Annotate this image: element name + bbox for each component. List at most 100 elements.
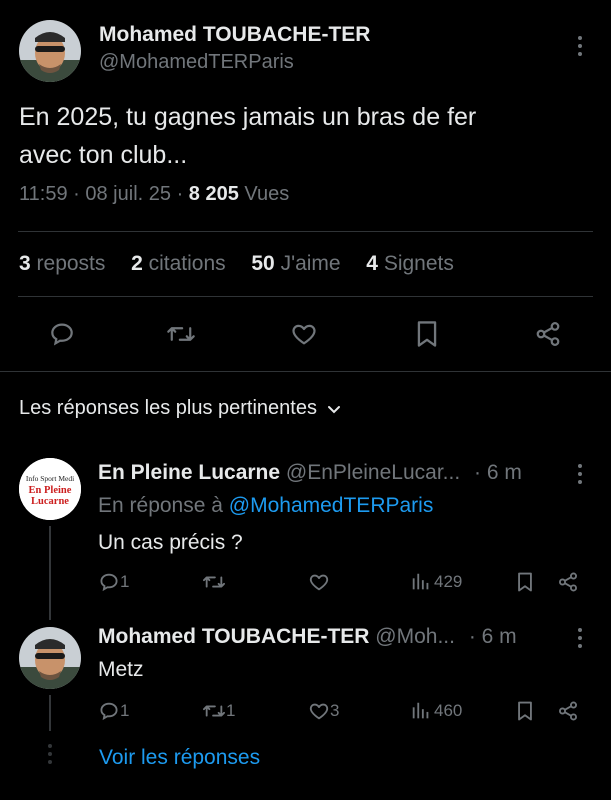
bookmark-button[interactable] xyxy=(411,318,443,350)
reply-bookmark-button[interactable] xyxy=(514,571,536,593)
reply-share-button[interactable] xyxy=(557,700,579,722)
replies-sort-dropdown[interactable]: Les réponses les plus pertinentes xyxy=(19,397,342,420)
post-text-line-1: En 2025, tu gagnes jamais un bras de fer xyxy=(19,103,477,131)
bookmark-icon xyxy=(518,572,532,592)
reply-author-handle[interactable]: @Moh... xyxy=(375,625,455,648)
avatar[interactable] xyxy=(19,20,81,82)
views-label: Vues xyxy=(244,183,290,205)
likes-count: 50 xyxy=(251,252,275,275)
bookmarks-stat[interactable]: 4 Signets xyxy=(366,252,454,275)
quotes-count: 2 xyxy=(131,252,143,275)
reply-to-handle-link[interactable]: @MohamedTERParis xyxy=(229,494,434,517)
avatar[interactable]: Info Sport Medi En Pleine Lucarne xyxy=(19,458,81,520)
show-replies-link[interactable]: Voir les réponses xyxy=(99,746,260,770)
reply-to-line: En réponse à @MohamedTERParis xyxy=(98,494,433,518)
reply-author-handle[interactable]: @EnPleineLucar... xyxy=(286,461,460,484)
reply-text: Un cas précis ? xyxy=(98,531,243,554)
post-text-line-2: avec ton club... xyxy=(19,141,188,169)
post-date[interactable]: 08 juil. 25 xyxy=(85,183,171,205)
heart-icon xyxy=(292,324,316,345)
repost-arrows-icon xyxy=(203,705,225,717)
reply-text: Metz xyxy=(98,658,144,681)
post-time[interactable]: 11:59 xyxy=(19,183,68,205)
share-button[interactable] xyxy=(532,318,564,350)
post-text: En 2025, tu gagnes jamais un bras de fer… xyxy=(19,98,476,174)
bar-chart-icon xyxy=(412,702,429,719)
reposts-label: reposts xyxy=(36,252,106,275)
logo-text-3: Lucarne xyxy=(31,496,69,507)
logo-text-1: Info Sport Medi xyxy=(26,474,74,483)
views-count: 8 205 xyxy=(188,183,239,205)
post-stats: 3 reposts 2 citations 50 J'aime 4 Signet… xyxy=(19,252,454,276)
repost-count: 1 xyxy=(226,701,236,720)
chevron-down-icon xyxy=(327,405,340,413)
more-options-icon[interactable] xyxy=(577,36,583,60)
reply-action-like[interactable]: 3 xyxy=(308,700,339,722)
views-count: 429 xyxy=(434,572,463,591)
en-pleine-lucarne-logo: Info Sport Medi En Pleine Lucarne xyxy=(19,458,81,520)
reply-author-name[interactable]: Mohamed TOUBACHE-TER xyxy=(98,625,369,648)
like-button[interactable] xyxy=(288,318,320,350)
reply-action-views[interactable]: 460 xyxy=(410,700,462,722)
speech-bubble-icon xyxy=(51,323,73,346)
views-count: 460 xyxy=(434,701,463,720)
reply-action-repost[interactable] xyxy=(202,571,226,593)
share-nodes-icon xyxy=(559,572,577,592)
thread-line xyxy=(49,526,51,620)
likes-label: J'aime xyxy=(280,252,341,275)
thread-continuation-dots xyxy=(48,744,52,764)
reply-time[interactable]: · 6 m xyxy=(469,625,517,648)
bar-chart-icon xyxy=(412,573,429,590)
post-meta: 11:59 · 08 juil. 25 · 8 205 Vues xyxy=(19,183,289,206)
reposts-stat[interactable]: 3 reposts xyxy=(19,252,105,275)
section-divider xyxy=(0,371,611,372)
repost-arrows-icon xyxy=(203,576,225,588)
author-name[interactable]: Mohamed TOUBACHE-TER xyxy=(99,23,370,47)
speech-bubble-icon xyxy=(100,702,118,721)
heart-icon xyxy=(309,574,329,591)
bookmark-icon xyxy=(518,701,532,721)
speech-bubble-icon xyxy=(100,573,118,592)
reply-to-label: En réponse à xyxy=(98,494,223,517)
divider xyxy=(18,231,593,232)
replies-sort-label: Les réponses les plus pertinentes xyxy=(19,397,317,419)
avatar-image xyxy=(19,627,81,689)
more-options-icon[interactable] xyxy=(577,464,583,488)
avatar[interactable] xyxy=(19,627,81,689)
thread-line xyxy=(49,695,51,731)
reply-count: 1 xyxy=(120,701,130,720)
reply-button[interactable] xyxy=(46,318,78,350)
bookmarks-count: 4 xyxy=(366,252,378,275)
reply-header: Mohamed TOUBACHE-TER @Moh... · 6 m xyxy=(98,625,517,649)
reply-count: 1 xyxy=(120,572,130,591)
quotes-stat[interactable]: 2 citations xyxy=(131,252,226,275)
bookmarks-label: Signets xyxy=(383,252,454,275)
divider xyxy=(18,296,593,297)
reply-author-name[interactable]: En Pleine Lucarne xyxy=(98,461,280,484)
bookmark-icon xyxy=(417,321,437,347)
quotes-label: citations xyxy=(148,252,226,275)
reply-action-reply[interactable]: 1 xyxy=(98,700,129,722)
like-count: 3 xyxy=(330,701,340,720)
reply-action-reply[interactable]: 1 xyxy=(98,571,129,593)
reposts-count: 3 xyxy=(19,252,31,275)
avatar-image xyxy=(19,20,81,82)
heart-icon xyxy=(309,703,329,720)
reply-bookmark-button[interactable] xyxy=(514,700,536,722)
share-nodes-icon xyxy=(536,322,560,346)
repost-arrows-icon xyxy=(167,327,195,341)
repost-button[interactable] xyxy=(165,318,197,350)
reply-time[interactable]: · 6 m xyxy=(474,461,522,484)
reply-share-button[interactable] xyxy=(557,571,579,593)
reply-action-like[interactable] xyxy=(308,571,330,593)
author-handle[interactable]: @MohamedTERParis xyxy=(99,51,294,74)
more-options-icon[interactable] xyxy=(577,628,583,652)
share-nodes-icon xyxy=(559,701,577,721)
logo-text-2: En Pleine xyxy=(29,485,72,496)
reply-action-views[interactable]: 429 xyxy=(410,571,462,593)
meta-separator: · xyxy=(73,183,80,205)
likes-stat[interactable]: 50 J'aime xyxy=(251,252,340,275)
meta-separator: · xyxy=(176,183,184,205)
reply-header: En Pleine Lucarne @EnPleineLucar... · 6 … xyxy=(98,461,522,485)
reply-action-repost[interactable]: 1 xyxy=(202,700,235,722)
